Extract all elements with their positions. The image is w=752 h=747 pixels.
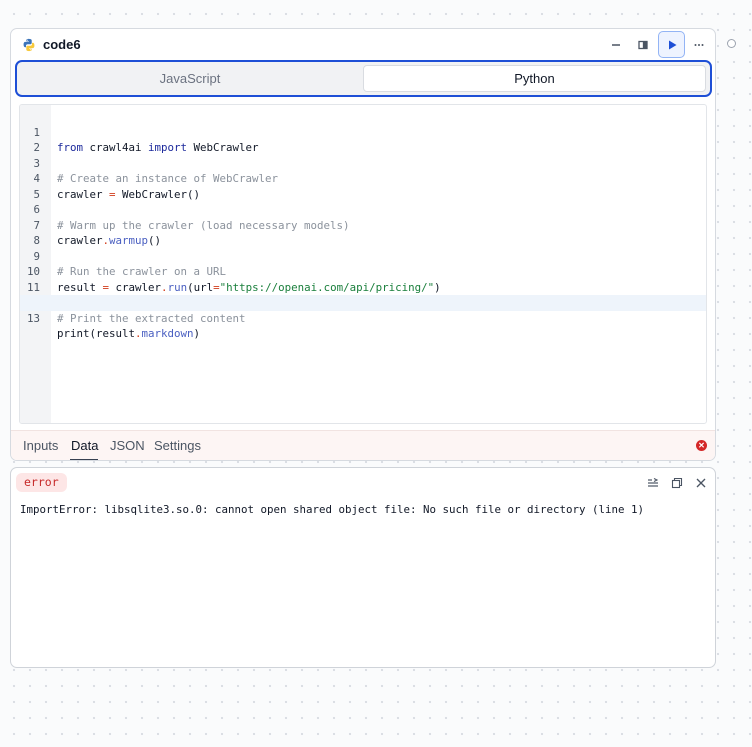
minimize-button[interactable] (604, 34, 628, 56)
error-message: ImportError: libsqlite3.so.0: cannot ope… (20, 503, 645, 516)
error-circle-icon[interactable]: ✕ (696, 440, 707, 451)
code-line: 11 (20, 264, 706, 294)
code-line-active: 13 print(result.markdown) (20, 295, 706, 340)
tab-json[interactable]: JSON (110, 438, 145, 453)
error-badge: error (16, 473, 67, 492)
line-number: 13 (26, 311, 40, 325)
code-text: print(result.markdown) (57, 327, 201, 340)
active-tab-indicator (70, 459, 98, 460)
code-line: 12 # Print the extracted content (20, 280, 706, 325)
copy-button[interactable] (668, 474, 686, 492)
code-line: 6 # Warm up the crawler (load necessary … (20, 187, 706, 232)
layout-icon (638, 40, 648, 50)
more-button[interactable] (687, 34, 711, 56)
run-button[interactable] (658, 31, 685, 58)
code-line: 10 result = crawler.run(url="https://ope… (20, 249, 706, 294)
node-header: code6 (11, 29, 715, 60)
layout-button[interactable] (631, 34, 655, 56)
language-switch: JavaScript Python (15, 60, 712, 97)
close-icon (696, 478, 706, 488)
code-line: 3 # Create an instance of WebCrawler (20, 140, 706, 186)
tab-inputs[interactable]: Inputs (23, 438, 58, 453)
tab-javascript[interactable]: JavaScript (20, 65, 360, 92)
output-panel: error ImportError: libsqlite3.so.0: cann… (10, 467, 716, 668)
copy-icon (671, 477, 683, 489)
output-port-handle[interactable] (727, 39, 736, 48)
minimize-icon (612, 44, 620, 46)
node-title: code6 (43, 37, 81, 52)
code-line: 5 (20, 171, 706, 201)
wrap-lines-button[interactable] (644, 474, 662, 492)
code-line: 2 (20, 125, 706, 154)
node-footer: Inputs Data JSON Settings ✕ (11, 430, 715, 460)
play-icon (668, 40, 676, 49)
python-logo-icon (23, 38, 35, 52)
code-editor[interactable]: 1 from crawl4ai import WebCrawler 2 3 # … (19, 104, 707, 424)
close-button[interactable] (692, 474, 710, 492)
code-text: # Print the extracted content (57, 311, 246, 325)
wrap-lines-icon (648, 478, 659, 487)
code-line: 8 (20, 218, 706, 247)
tab-data[interactable]: Data (71, 438, 98, 453)
code-line: 1 from crawl4ai import WebCrawler (20, 109, 706, 155)
code-line: 7 crawler.warmup() (20, 202, 706, 248)
code-line: 4 crawler = WebCrawler() (20, 156, 706, 201)
tab-python[interactable]: Python (363, 65, 706, 92)
code-line: 9 # Run the crawler on a URL (20, 233, 706, 279)
code-node: code6 JavaScript Python 1 from crawl4ai … (10, 28, 716, 461)
tab-settings[interactable]: Settings (154, 438, 201, 453)
more-icon (694, 44, 704, 46)
